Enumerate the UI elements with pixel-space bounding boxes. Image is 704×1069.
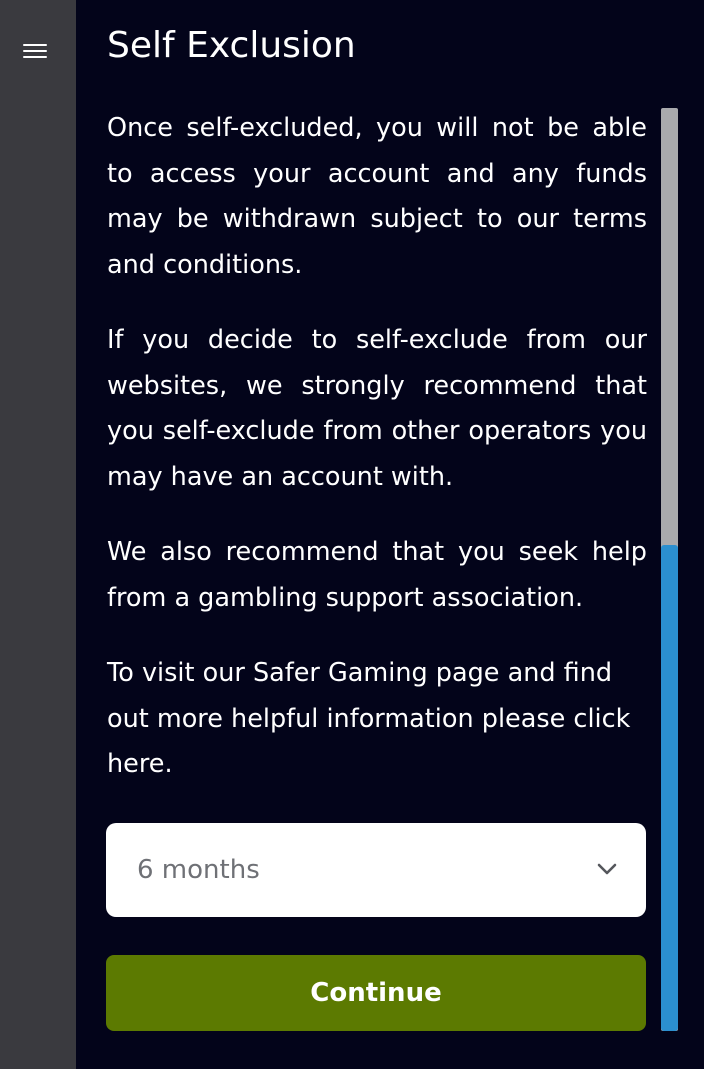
paragraph-safer-gaming-link[interactable]: To visit our Safer Gaming page and find … [107, 651, 647, 788]
continue-button[interactable]: Continue [106, 955, 646, 1031]
paragraph-seek-help: We also recommend that you seek help fro… [107, 537, 647, 613]
page-title: Self Exclusion [107, 25, 356, 66]
duration-select-value: 6 months [137, 855, 260, 885]
menu-line [23, 50, 47, 52]
scrollbar-track[interactable] [661, 108, 678, 1031]
paragraph-other-operators: If you decide to self-exclude from our w… [107, 325, 647, 492]
content-body: Once self-excluded, you will not be able… [107, 106, 647, 788]
main-panel: Self Exclusion Once self-excluded, you w… [76, 0, 704, 1069]
sidebar [0, 0, 76, 1069]
chevron-down-icon [597, 863, 617, 875]
duration-select[interactable]: 6 months [106, 823, 646, 917]
scrollbar-thumb[interactable] [661, 545, 678, 1031]
menu-line [23, 56, 47, 58]
menu-line [23, 44, 47, 46]
hamburger-menu-icon[interactable] [23, 41, 47, 61]
paragraph-self-excluded: Once self-excluded, you will not be able… [107, 113, 647, 280]
